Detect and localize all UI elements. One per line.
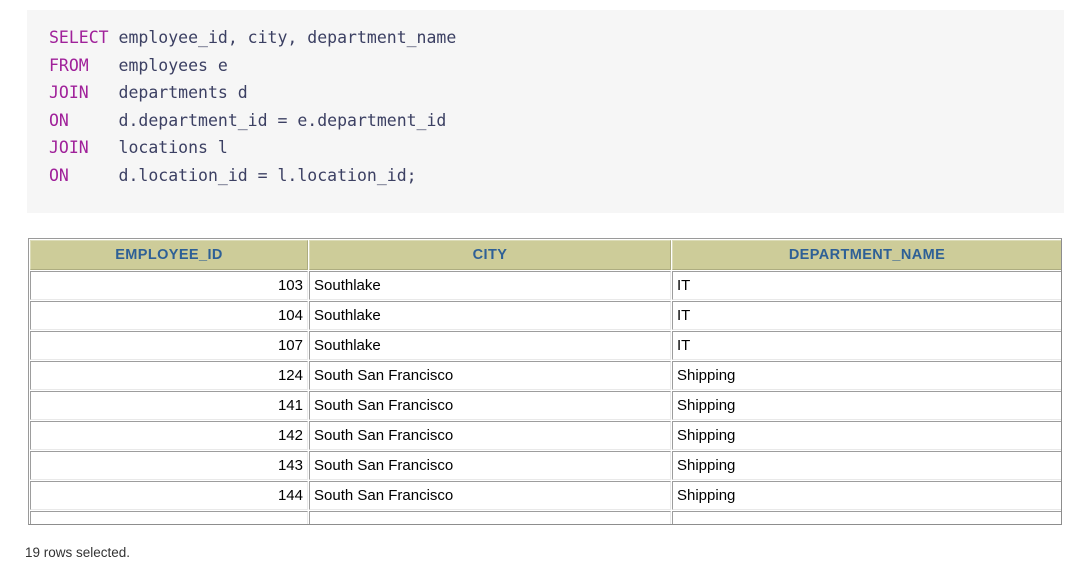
cell-city[interactable]: South San Francisco <box>309 421 671 450</box>
sql-expression: d.department_id = e.department_id <box>68 110 447 130</box>
cell-employee-id[interactable]: 143 <box>30 451 308 480</box>
sql-expression: employees e <box>88 55 228 75</box>
cell-department-name[interactable]: IT <box>672 331 1061 360</box>
query-result-grid[interactable]: EMPLOYEE_ID CITY DEPARTMENT_NAME 103 Southl… <box>28 238 1062 525</box>
sql-keyword: FROM <box>49 55 89 75</box>
result-table: EMPLOYEE_ID CITY DEPARTMENT_NAME 103 Southl… <box>29 239 1061 524</box>
cell-department-name[interactable]: Shipping <box>672 481 1061 510</box>
cell-department-name[interactable]: Shipping <box>672 361 1061 390</box>
result-table-body: 103 Southlake IT 104 Southlake IT 107 Southlake… <box>30 271 1061 524</box>
cell-employee-id[interactable]: 144 <box>30 481 308 510</box>
table-row[interactable]: 104 Southlake IT <box>30 301 1061 330</box>
table-row[interactable]: 124 South San Francisco Shipping <box>30 361 1061 390</box>
table-row[interactable]: 141 South San Francisco Shipping <box>30 391 1061 420</box>
cell-department-name[interactable]: IT <box>672 301 1061 330</box>
cell-employee-id[interactable]: 141 <box>30 391 308 420</box>
sql-keyword: JOIN <box>49 138 89 157</box>
cell-employee-id[interactable]: 107 <box>30 331 308 360</box>
cell-department-name[interactable] <box>672 511 1061 524</box>
cell-city[interactable]: Southlake <box>309 301 671 330</box>
cell-employee-id[interactable]: 124 <box>30 361 308 390</box>
result-table-header: EMPLOYEE_ID CITY DEPARTMENT_NAME <box>30 240 1061 270</box>
cell-employee-id[interactable] <box>30 511 308 524</box>
column-header-city[interactable]: CITY <box>309 240 671 270</box>
cell-city[interactable]: South San Francisco <box>309 361 671 390</box>
table-row[interactable] <box>30 511 1061 524</box>
sql-line: FROM employees e <box>49 52 1064 80</box>
cell-department-name[interactable]: Shipping <box>672 421 1061 450</box>
sql-line: ON d.location_id = l.location_id; <box>49 162 1064 190</box>
cell-city[interactable]: South San Francisco <box>309 451 671 480</box>
cell-city[interactable]: Southlake <box>309 331 671 360</box>
sql-keyword: SELECT <box>49 28 109 47</box>
cell-city[interactable]: South San Francisco <box>309 481 671 510</box>
sql-line: SELECT employee_id, city, department_nam… <box>49 24 1064 52</box>
cell-employee-id[interactable]: 104 <box>30 301 308 330</box>
table-row[interactable]: 143 South San Francisco Shipping <box>30 451 1061 480</box>
column-header-department-name[interactable]: DEPARTMENT_NAME <box>672 240 1061 270</box>
sql-expression: d.location_id = l.location_id; <box>68 165 417 185</box>
sql-expression: departments d <box>88 83 248 102</box>
sql-keyword: ON <box>49 110 69 130</box>
cell-city[interactable] <box>309 511 671 524</box>
sql-keyword: JOIN <box>49 83 89 102</box>
rows-selected-status: 19 rows selected. <box>25 545 131 560</box>
cell-city[interactable]: South San Francisco <box>309 391 671 420</box>
cell-department-name[interactable]: Shipping <box>672 391 1061 420</box>
cell-employee-id[interactable]: 142 <box>30 421 308 450</box>
sql-expression: employee_id, city, department_name <box>108 28 457 47</box>
sql-code-block: SELECT employee_id, city, department_nam… <box>27 10 1064 213</box>
sql-line: JOIN departments d <box>49 79 1064 107</box>
table-row[interactable]: 144 South San Francisco Shipping <box>30 481 1061 510</box>
cell-employee-id[interactable]: 103 <box>30 271 308 300</box>
column-header-employee-id[interactable]: EMPLOYEE_ID <box>30 240 308 270</box>
table-row[interactable]: 107 Southlake IT <box>30 331 1061 360</box>
cell-department-name[interactable]: Shipping <box>672 451 1061 480</box>
cell-city[interactable]: Southlake <box>309 271 671 300</box>
table-row[interactable]: 103 Southlake IT <box>30 271 1061 300</box>
sql-expression: locations l <box>88 138 228 157</box>
cell-department-name[interactable]: IT <box>672 271 1061 300</box>
table-row[interactable]: 142 South San Francisco Shipping <box>30 421 1061 450</box>
sql-line: JOIN locations l <box>49 134 1064 162</box>
sql-keyword: ON <box>49 165 69 185</box>
table-header-row: EMPLOYEE_ID CITY DEPARTMENT_NAME <box>30 240 1061 270</box>
sql-line: ON d.department_id = e.department_id <box>49 107 1064 135</box>
